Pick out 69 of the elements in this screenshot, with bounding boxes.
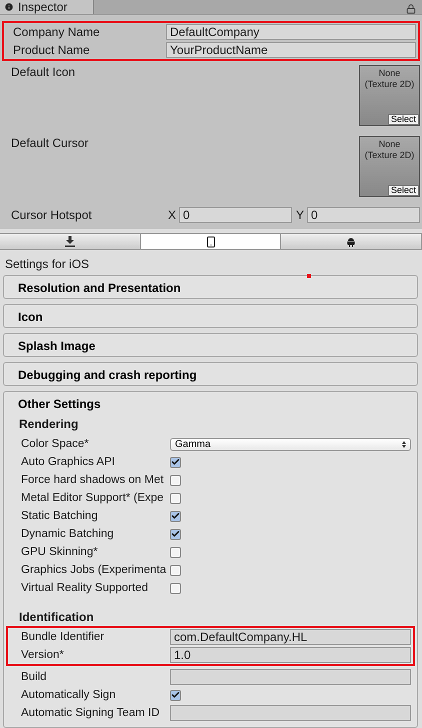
select-button[interactable]: Select bbox=[388, 185, 419, 196]
axis-label: X bbox=[168, 208, 176, 222]
checkbox[interactable] bbox=[170, 582, 181, 594]
foldout-header[interactable]: Resolution and Presentation bbox=[4, 276, 417, 298]
setting-label: Build bbox=[21, 671, 48, 683]
marker bbox=[307, 274, 311, 278]
setting-label: Auto Graphics API bbox=[21, 456, 116, 468]
lock-icon[interactable] bbox=[406, 4, 416, 14]
check-icon bbox=[171, 457, 180, 467]
number-field[interactable]: 0 bbox=[307, 207, 420, 223]
setting-label: Graphics Jobs (Experimenta bbox=[21, 564, 168, 576]
select-button[interactable]: Select bbox=[388, 114, 419, 125]
download-icon bbox=[64, 236, 75, 247]
field-label: Cursor Hotspot bbox=[11, 208, 93, 222]
updown-icon bbox=[402, 440, 406, 448]
inspector-tab[interactable]: Inspector bbox=[0, 0, 94, 14]
dropdown[interactable]: Gamma bbox=[170, 438, 411, 450]
setting-label: Color Space* bbox=[21, 438, 90, 450]
axis-label: Y bbox=[296, 208, 304, 222]
checkbox[interactable] bbox=[170, 690, 181, 700]
setting-label: Metal Editor Support* (Expe bbox=[21, 492, 165, 504]
info-icon bbox=[4, 2, 14, 12]
checkbox[interactable] bbox=[170, 456, 181, 468]
foldout-header[interactable]: Debugging and crash reporting bbox=[4, 363, 417, 385]
field-label: Product Name bbox=[13, 43, 91, 57]
text-field[interactable]: 1.0 bbox=[170, 647, 411, 663]
android-icon bbox=[347, 236, 356, 246]
checkbox[interactable] bbox=[170, 492, 181, 504]
setting-label: GPU Skinning* bbox=[21, 546, 99, 558]
setting-label: Version* bbox=[21, 649, 65, 661]
checkbox[interactable] bbox=[170, 474, 181, 486]
slot-text: (Texture 2D) bbox=[364, 150, 414, 161]
text-field[interactable]: com.DefaultCompany.HL bbox=[170, 629, 411, 645]
texture-slot[interactable]: None (Texture 2D) Select bbox=[359, 136, 420, 197]
check-icon bbox=[171, 690, 180, 700]
field-label: Company Name bbox=[13, 25, 101, 39]
slot-text: (Texture 2D) bbox=[364, 79, 414, 90]
checkbox[interactable] bbox=[170, 564, 181, 576]
setting-label: Dynamic Batching bbox=[21, 528, 115, 540]
tab-title: Inspector bbox=[18, 0, 68, 14]
foldout-header[interactable]: Splash Image bbox=[4, 334, 417, 356]
slot-text: None bbox=[378, 68, 400, 79]
platform-tab[interactable] bbox=[281, 234, 422, 250]
foldout-header[interactable]: Other Settings bbox=[4, 392, 417, 414]
text-field[interactable] bbox=[170, 669, 411, 685]
setting-label: Virtual Reality Supported bbox=[21, 582, 149, 594]
foldout-header[interactable]: Icon bbox=[4, 305, 417, 327]
number-field[interactable]: 0 bbox=[179, 207, 292, 223]
setting-label: Bundle Identifier bbox=[21, 631, 106, 643]
section-heading: Identification bbox=[18, 609, 95, 626]
text-field[interactable] bbox=[170, 705, 411, 721]
platform-tab[interactable] bbox=[0, 234, 141, 250]
setting-label: Force hard shadows on Met bbox=[21, 474, 165, 486]
section-heading: Rendering bbox=[18, 416, 80, 433]
settings-title: Settings for iOS bbox=[4, 256, 90, 273]
checkbox[interactable] bbox=[170, 510, 181, 522]
text-field[interactable]: DefaultCompany bbox=[166, 24, 416, 40]
texture-slot[interactable]: None (Texture 2D) Select bbox=[359, 65, 420, 126]
platform-tab[interactable] bbox=[140, 234, 282, 250]
checkbox[interactable] bbox=[170, 528, 181, 540]
checkbox[interactable] bbox=[170, 546, 181, 558]
text-field[interactable]: YourProductName bbox=[166, 42, 416, 58]
setting-label: Static Batching bbox=[21, 510, 99, 522]
slot-text: None bbox=[378, 139, 400, 150]
field-label: Default Cursor bbox=[11, 136, 88, 152]
field-label: Default Icon bbox=[11, 65, 76, 81]
phone-icon bbox=[204, 236, 216, 248]
setting-label: Automatically Sign bbox=[21, 689, 117, 701]
setting-label: Automatic Signing Team ID bbox=[21, 707, 160, 719]
